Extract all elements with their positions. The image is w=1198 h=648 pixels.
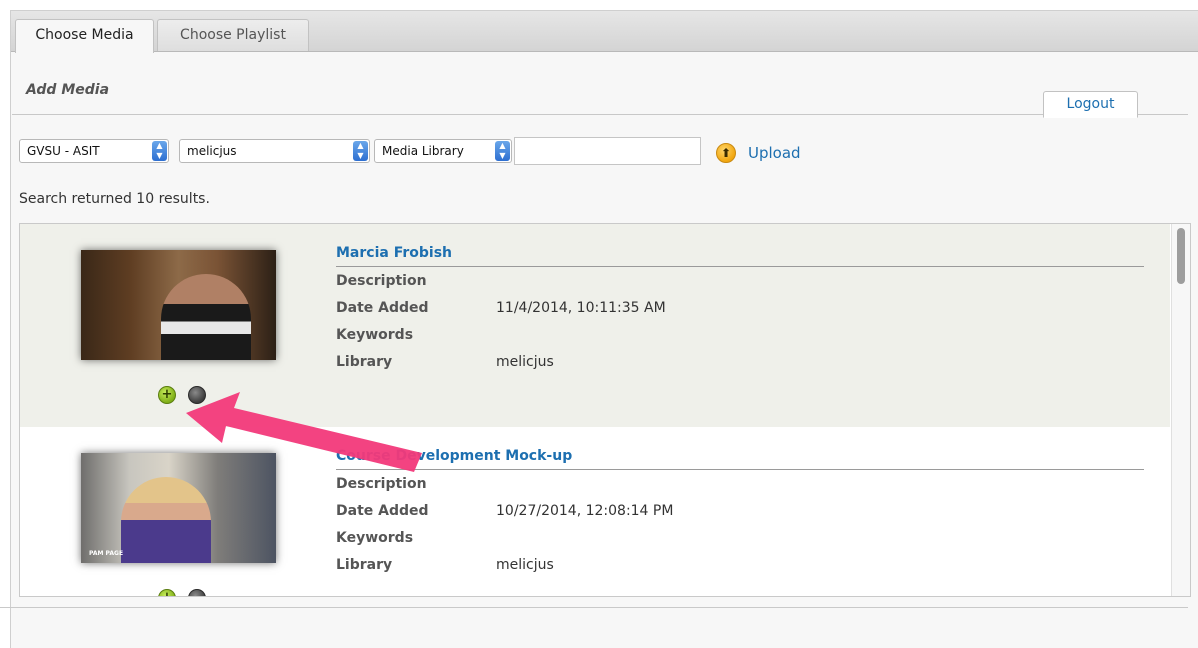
source-select[interactable]: Media Library ▲ ▼ xyxy=(374,139,512,163)
keywords-label: Keywords xyxy=(336,327,414,343)
footer-divider xyxy=(0,607,1188,608)
select-arrows-icon: ▲ ▼ xyxy=(353,141,368,161)
title-divider xyxy=(336,469,1144,470)
library-label: Library xyxy=(336,354,393,370)
date-added-value: 10/27/2014, 12:08:14 PM xyxy=(496,503,674,519)
search-results-count: Search returned 10 results. xyxy=(19,191,210,207)
institution-select-value: GVSU - ASIT xyxy=(27,144,100,158)
media-results-list: + Marcia Frobish Description Date Added … xyxy=(19,223,1191,597)
thumbnail-caption: PAM PAGE xyxy=(89,550,124,557)
plus-icon[interactable]: + xyxy=(158,386,176,404)
plus-icon[interactable]: + xyxy=(158,589,176,596)
thumbnail-person xyxy=(161,274,251,360)
scrollbar-thumb[interactable] xyxy=(1177,228,1185,284)
info-icon[interactable] xyxy=(188,589,206,596)
library-value: melicjus xyxy=(496,557,554,573)
user-select-value: melicjus xyxy=(187,144,237,158)
keywords-label: Keywords xyxy=(336,530,414,546)
description-label: Description xyxy=(336,476,427,492)
search-input[interactable] xyxy=(514,137,701,165)
tab-choose-playlist[interactable]: Choose Playlist xyxy=(157,19,309,51)
upload-link[interactable]: Upload xyxy=(748,144,801,162)
thumbnail-person xyxy=(121,477,211,563)
media-thumbnail[interactable] xyxy=(81,250,276,360)
section-title: Add Media xyxy=(26,82,110,98)
tab-choose-media[interactable]: Choose Media xyxy=(15,19,154,53)
media-title[interactable]: Marcia Frobish xyxy=(336,245,452,261)
user-select[interactable]: melicjus ▲ ▼ xyxy=(179,139,370,163)
media-title[interactable]: Course Development Mock-up xyxy=(336,448,572,464)
logout-tab[interactable]: Logout xyxy=(1043,91,1138,118)
library-label: Library xyxy=(336,557,393,573)
description-label: Description xyxy=(336,273,427,289)
header-divider xyxy=(12,114,1188,115)
media-list-item: + Marcia Frobish Description Date Added … xyxy=(20,224,1170,427)
upload-arrow-icon[interactable]: ⬆ xyxy=(716,143,736,163)
tab-bar: Choose Media Choose Playlist xyxy=(11,11,1198,53)
results-scrollbar[interactable] xyxy=(1171,224,1190,596)
source-select-value: Media Library xyxy=(382,144,464,158)
title-divider xyxy=(336,266,1144,267)
institution-select[interactable]: GVSU - ASIT ▲ ▼ xyxy=(19,139,169,163)
date-added-value: 11/4/2014, 10:11:35 AM xyxy=(496,300,666,316)
date-added-label: Date Added xyxy=(336,300,429,316)
library-value: melicjus xyxy=(496,354,554,370)
select-arrows-icon: ▲ ▼ xyxy=(152,141,167,161)
date-added-label: Date Added xyxy=(336,503,429,519)
info-icon[interactable] xyxy=(188,386,206,404)
media-list-item: PAM PAGE + Course Development Mock-up De… xyxy=(20,427,1170,596)
media-thumbnail[interactable]: PAM PAGE xyxy=(81,453,276,563)
select-arrows-icon: ▲ ▼ xyxy=(495,141,510,161)
